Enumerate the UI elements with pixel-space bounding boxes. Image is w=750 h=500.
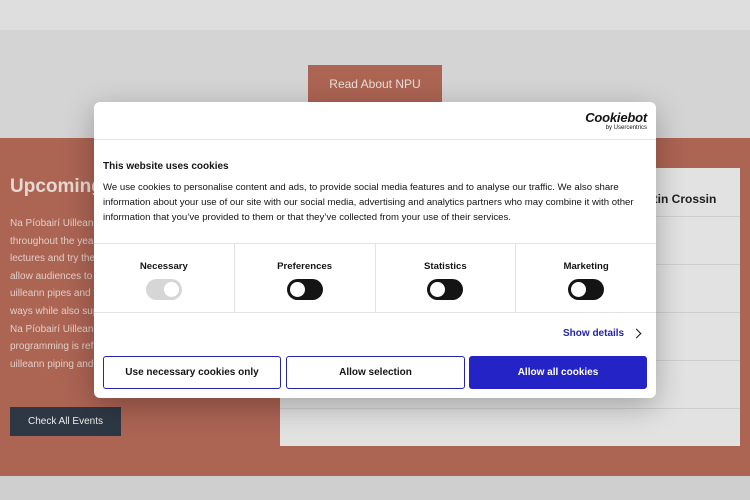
show-details-link[interactable]: Show details bbox=[563, 328, 642, 339]
dialog-header: Cookiebot by Usercentrics bbox=[94, 102, 656, 140]
dialog-title: This website uses cookies bbox=[103, 161, 229, 172]
category-label: Statistics bbox=[424, 261, 467, 272]
toggle-knob bbox=[289, 282, 305, 297]
statistics-toggle[interactable] bbox=[427, 279, 464, 300]
necessary-toggle bbox=[145, 279, 182, 300]
use-necessary-cookies-button[interactable]: Use necessary cookies only bbox=[103, 356, 281, 389]
show-details-label: Show details bbox=[563, 328, 625, 339]
category-marketing: Marketing bbox=[515, 244, 656, 312]
marketing-toggle[interactable] bbox=[568, 279, 605, 300]
toggle-knob bbox=[571, 282, 587, 297]
allow-selection-button[interactable]: Allow selection bbox=[286, 356, 465, 389]
cookie-categories: Necessary Preferences Statistics Marketi… bbox=[94, 243, 656, 313]
allow-all-cookies-button[interactable]: Allow all cookies bbox=[469, 356, 647, 389]
category-preferences: Preferences bbox=[233, 244, 375, 312]
cookiebot-logo: Cookiebot by Usercentrics bbox=[585, 111, 647, 132]
cookiebot-logo-text: Cookiebot bbox=[585, 110, 647, 125]
toggle-knob bbox=[163, 282, 179, 297]
category-label: Necessary bbox=[139, 261, 188, 272]
preferences-toggle[interactable] bbox=[286, 279, 323, 300]
dialog-body-text: We use cookies to personalise content an… bbox=[103, 182, 634, 223]
chevron-right-icon bbox=[631, 328, 642, 339]
category-statistics: Statistics bbox=[374, 244, 516, 312]
category-label: Preferences bbox=[277, 261, 333, 272]
category-necessary: Necessary bbox=[94, 244, 234, 312]
cookiebot-logo-subtext: by Usercentrics bbox=[605, 125, 647, 131]
toggle-knob bbox=[430, 282, 446, 297]
cookie-consent-dialog: Cookiebot by Usercentrics This website u… bbox=[94, 102, 656, 398]
category-label: Marketing bbox=[563, 261, 609, 272]
